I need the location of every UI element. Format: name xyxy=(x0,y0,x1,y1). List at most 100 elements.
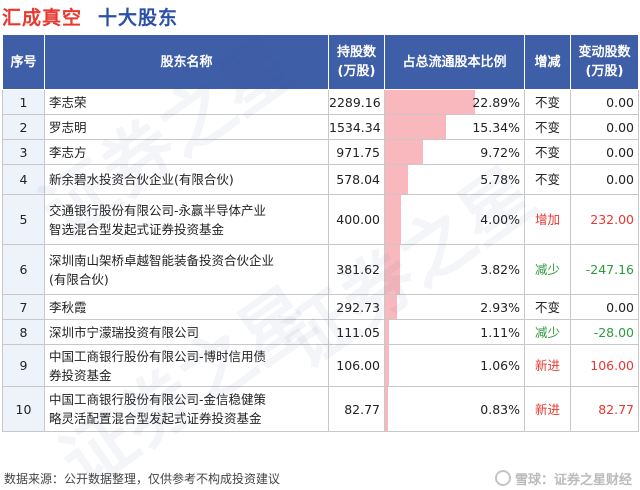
company-name: 汇成真空 xyxy=(2,6,83,29)
shareholder-name-line1: 李志荣 xyxy=(49,94,87,110)
change-amount: 0.00 xyxy=(570,139,639,165)
change-status: 不变 xyxy=(524,139,571,165)
change-status: 不变 xyxy=(524,294,571,320)
shareholder-name-line2: 略灵活配置混合型发起式证券投资基金 xyxy=(49,411,262,426)
shareholder-name: 中国工商银行股份有限公司-博时信用债 券投资基金 xyxy=(44,344,329,387)
table-row: 9 中国工商银行股份有限公司-博时信用债 券投资基金 106.00 1.06% 新进 106… xyxy=(2,344,639,387)
change-amount: 232.00 xyxy=(570,194,639,245)
row-index: 7 xyxy=(2,294,45,320)
shares-held: 578.04 xyxy=(328,164,385,195)
shareholder-name: 深圳南山架桥卓越智能装备投资合伙企业 (有限合伙) xyxy=(44,244,329,295)
shareholder-name-line1: 深圳市宁濛瑞投资有限公司 xyxy=(49,324,200,340)
shareholder-name-line1: 中国工商银行股份有限公司-博时信用债 xyxy=(49,348,267,364)
shares-held: 292.73 xyxy=(328,294,385,320)
page-header: 汇成真空 十大股东 xyxy=(0,0,640,32)
ratio-text: 0.83% xyxy=(480,401,520,417)
ratio-text: 22.89% xyxy=(472,94,520,110)
col-header-shares-line1: 持股数 xyxy=(336,45,376,60)
shareholder-name-line1: 李秋霞 xyxy=(49,299,87,315)
row-index: 9 xyxy=(2,344,45,387)
ratio-cell: 4.00% xyxy=(384,194,525,245)
shareholder-name-line1: 深圳南山架桥卓越智能装备投资合伙企业 xyxy=(49,252,275,268)
change-amount: 106.00 xyxy=(570,344,639,387)
change-amount: -28.00 xyxy=(570,319,639,345)
snowball-logo-icon xyxy=(494,470,511,486)
table-row: 10 中国工商银行股份有限公司-金信稳健策 略灵活配置混合型发起式证券投资基金 82.… xyxy=(2,386,639,432)
table-row: 8 深圳市宁濛瑞投资有限公司 111.05 1.11% 减少 -28.00 xyxy=(2,319,639,345)
table-row: 5 交通银行股份有限公司-永赢半导体产业 智选混合型发起式证券投资基金 400.00 4… xyxy=(2,194,639,245)
shares-held: 111.05 xyxy=(328,319,385,345)
shares-held: 106.00 xyxy=(328,344,385,387)
col-header-name: 股东名称 xyxy=(44,34,329,90)
ratio-text: 9.72% xyxy=(480,144,520,160)
shareholder-name-line1: 罗志明 xyxy=(49,119,87,135)
table-row: 2 罗志明 1534.34 15.34% 不变 0.00 xyxy=(2,114,639,140)
shares-held: 400.00 xyxy=(328,194,385,245)
shares-held: 1534.34 xyxy=(328,114,385,140)
row-index: 5 xyxy=(2,194,45,245)
change-status: 不变 xyxy=(524,114,571,140)
ratio-text: 5.78% xyxy=(480,172,520,187)
shareholder-name: 李秋霞 xyxy=(44,294,329,320)
ratio-cell: 2.93% xyxy=(384,294,525,320)
ratio-cell: 3.82% xyxy=(384,244,525,295)
row-index: 10 xyxy=(2,386,45,432)
shareholder-name-line1: 新余碧水投资合伙企业(有限合伙) xyxy=(49,172,234,187)
change-status: 增加 xyxy=(524,194,571,245)
change-status: 新进 xyxy=(524,344,571,387)
row-index: 6 xyxy=(2,244,45,295)
col-header-delta-line2: (万股) xyxy=(585,64,624,79)
shareholder-name-line1: 李志方 xyxy=(49,144,87,160)
change-amount: 0.00 xyxy=(570,114,639,140)
row-index: 4 xyxy=(2,164,45,195)
shareholder-name: 交通银行股份有限公司-永赢半导体产业 智选混合型发起式证券投资基金 xyxy=(44,194,329,245)
shares-held: 971.75 xyxy=(328,139,385,165)
change-amount: 82.77 xyxy=(570,386,639,432)
col-header-shares-line2: (万股) xyxy=(337,64,376,79)
change-status: 减少 xyxy=(524,244,571,295)
change-amount: 0.00 xyxy=(570,164,639,195)
change-status: 减少 xyxy=(524,319,571,345)
shareholder-name: 李志方 xyxy=(44,139,329,165)
table-header-row: 序号 股东名称 持股数 (万股) 占总流通股本比例 增减 变动股数 (万股) xyxy=(2,34,639,90)
table-row: 6 深圳南山架桥卓越智能装备投资合伙企业 (有限合伙) 381.62 3.82% 减少 -2… xyxy=(2,244,639,295)
col-header-idx: 序号 xyxy=(2,34,45,90)
table-row: 3 李志方 971.75 9.72% 不变 0.00 xyxy=(2,139,639,165)
brand-watermark: 雪球：证券之星财经 xyxy=(494,466,632,490)
shareholder-name-line2: 券投资基金 xyxy=(49,367,112,383)
shareholder-name-line2: (有限合伙) xyxy=(49,271,109,287)
shareholder-name: 李志荣 xyxy=(44,89,329,115)
shareholder-name-line2: 智选混合型发起式证券投资基金 xyxy=(49,221,225,237)
shareholder-name-line1: 中国工商银行股份有限公司-金信稳健策 xyxy=(49,392,267,407)
col-header-delta: 变动股数 (万股) xyxy=(570,34,639,90)
shareholder-name: 罗志明 xyxy=(44,114,329,140)
ratio-text: 1.11% xyxy=(480,324,520,340)
ratio-cell: 0.83% xyxy=(384,386,525,432)
page-title: 十大股东 xyxy=(98,6,179,29)
table-row: 7 李秋霞 292.73 2.93% 不变 0.00 xyxy=(2,294,639,320)
ratio-text: 3.82% xyxy=(480,262,520,277)
shareholder-name: 新余碧水投资合伙企业(有限合伙) xyxy=(44,164,329,195)
table-row: 1 李志荣 2289.16 22.89% 不变 0.00 xyxy=(2,89,639,115)
change-status: 新进 xyxy=(524,386,571,432)
shareholder-name-line1: 交通银行股份有限公司-永赢半导体产业 xyxy=(49,202,267,218)
table-row: 4 新余碧水投资合伙企业(有限合伙) 578.04 5.78% 不变 0.00 xyxy=(2,164,639,195)
ratio-cell: 1.11% xyxy=(384,319,525,345)
change-status: 不变 xyxy=(524,164,571,195)
col-header-shares: 持股数 (万股) xyxy=(328,34,385,90)
row-index: 3 xyxy=(2,139,45,165)
change-status: 不变 xyxy=(524,89,571,115)
col-header-ratio: 占总流通股本比例 xyxy=(384,34,525,90)
ratio-text: 1.06% xyxy=(480,358,520,373)
ratio-cell: 22.89% xyxy=(384,89,525,115)
ratio-text: 2.93% xyxy=(480,299,520,315)
row-index: 2 xyxy=(2,114,45,140)
shares-held: 82.77 xyxy=(328,386,385,432)
col-header-delta-line1: 变动股数 xyxy=(578,45,631,60)
ratio-cell: 1.06% xyxy=(384,344,525,387)
shares-held: 381.62 xyxy=(328,244,385,295)
shareholders-table: 序号 股东名称 持股数 (万股) 占总流通股本比例 增减 变动股数 (万股) 1 李志… xyxy=(2,34,639,432)
change-amount: -247.16 xyxy=(570,244,639,295)
ratio-text: 15.34% xyxy=(472,119,520,135)
shareholder-name: 中国工商银行股份有限公司-金信稳健策 略灵活配置混合型发起式证券投资基金 xyxy=(44,386,329,432)
